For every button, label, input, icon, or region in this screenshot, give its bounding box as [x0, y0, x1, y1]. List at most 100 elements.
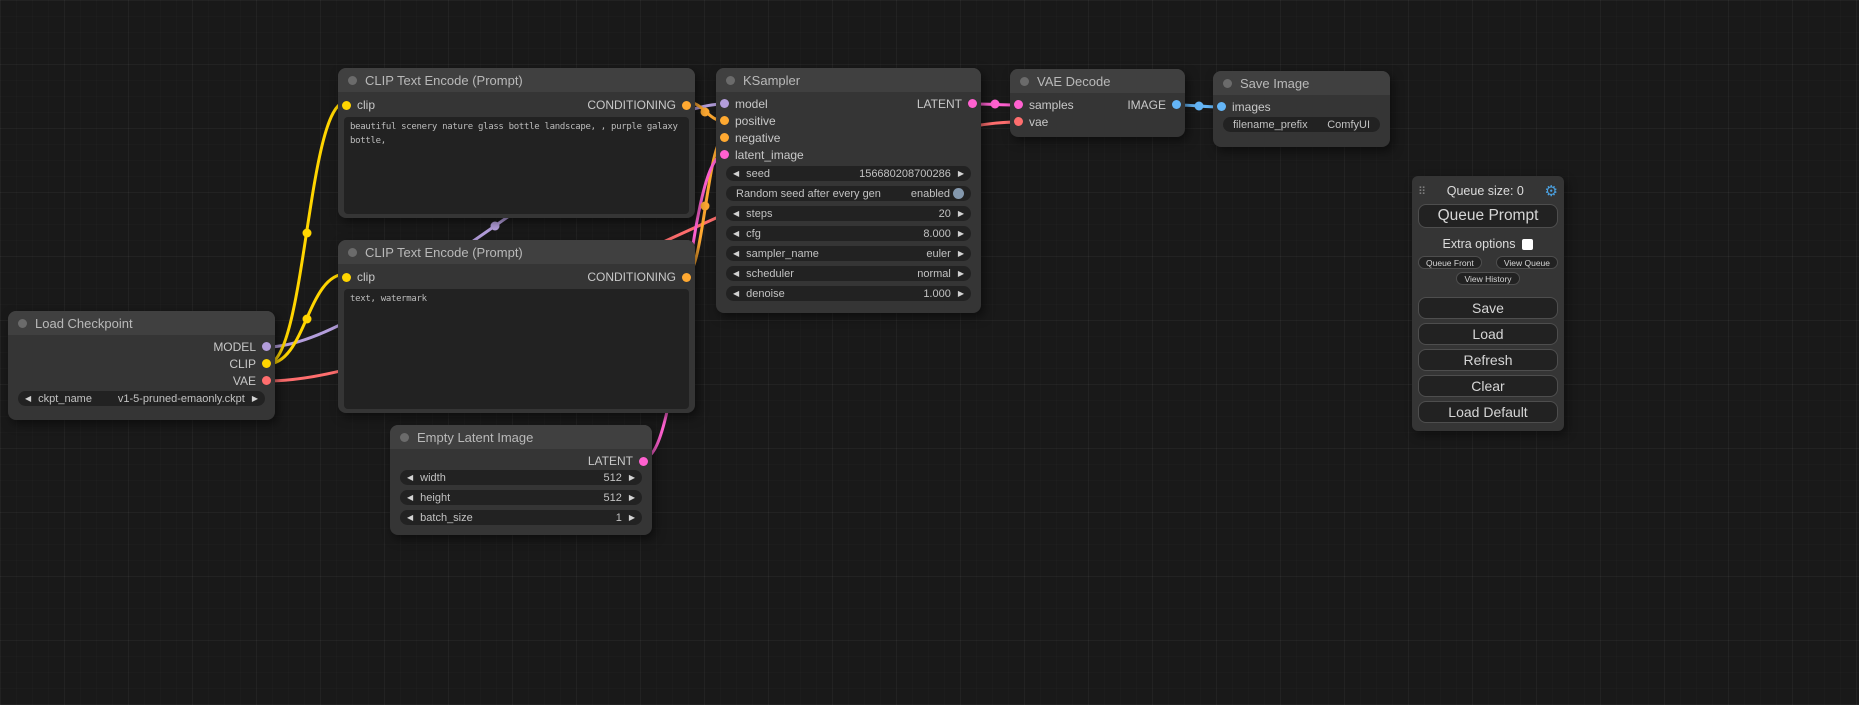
output-label: IMAGE — [1127, 98, 1166, 112]
increment-arrow-icon[interactable]: ▶ — [252, 395, 258, 403]
increment-arrow-icon[interactable]: ▶ — [958, 290, 964, 298]
cfg-widget[interactable]: ◀ cfg 8.000 ▶ — [726, 226, 971, 241]
steps-widget[interactable]: ◀ steps 20 ▶ — [726, 206, 971, 221]
increment-arrow-icon[interactable]: ▶ — [958, 250, 964, 258]
toggle-knob[interactable] — [953, 188, 964, 199]
batch-size-widget[interactable]: ◀ batch_size 1 ▶ — [400, 510, 642, 525]
increment-arrow-icon[interactable]: ▶ — [958, 230, 964, 238]
load-button[interactable]: Load — [1418, 323, 1558, 345]
increment-arrow-icon[interactable]: ▶ — [629, 494, 635, 502]
collapse-dot[interactable] — [726, 76, 735, 85]
view-history-button[interactable]: View History — [1456, 272, 1519, 285]
node-clip-text-encode-negative[interactable]: CLIP Text Encode (Prompt) clip CONDITION… — [338, 240, 695, 413]
node-title-bar[interactable]: CLIP Text Encode (Prompt) — [338, 240, 695, 264]
view-queue-button[interactable]: View Queue — [1496, 256, 1558, 269]
latent-output-port[interactable] — [968, 99, 977, 108]
decrement-arrow-icon[interactable]: ◀ — [407, 514, 413, 522]
clear-button[interactable]: Clear — [1418, 375, 1558, 397]
image-output-port[interactable] — [1172, 100, 1181, 109]
clip-output-port[interactable] — [262, 359, 271, 368]
collapse-dot[interactable] — [400, 433, 409, 442]
link-midpoint-dot — [303, 229, 312, 238]
node-title-bar[interactable]: CLIP Text Encode (Prompt) — [338, 68, 695, 92]
widget-label: sampler_name — [746, 248, 926, 260]
decrement-arrow-icon[interactable]: ◀ — [733, 250, 739, 258]
seed-widget[interactable]: ◀ seed 156680208700286 ▶ — [726, 166, 971, 181]
node-clip-text-encode-positive[interactable]: CLIP Text Encode (Prompt) clip CONDITION… — [338, 68, 695, 218]
conditioning-output-port[interactable] — [682, 101, 691, 110]
node-title-bar[interactable]: VAE Decode — [1010, 69, 1185, 93]
widget-value: euler — [926, 248, 950, 260]
input-label: latent_image — [735, 148, 804, 162]
vae-output-port[interactable] — [262, 376, 271, 385]
node-title: Empty Latent Image — [417, 430, 533, 445]
node-title-bar[interactable]: Save Image — [1213, 71, 1390, 95]
increment-arrow-icon[interactable]: ▶ — [629, 514, 635, 522]
decrement-arrow-icon[interactable]: ◀ — [733, 210, 739, 218]
widget-label: Random seed after every gen — [736, 188, 911, 200]
decrement-arrow-icon[interactable]: ◀ — [733, 270, 739, 278]
queue-prompt-button[interactable]: Queue Prompt — [1418, 204, 1558, 228]
clip-input-port[interactable] — [342, 101, 351, 110]
queue-size-label: Queue size: 0 — [1426, 184, 1544, 198]
collapse-dot[interactable] — [1020, 77, 1029, 86]
prompt-text-field[interactable]: text, watermark — [344, 289, 689, 409]
node-title: CLIP Text Encode (Prompt) — [365, 245, 523, 260]
images-input-port[interactable] — [1217, 102, 1226, 111]
widget-label: ckpt_name — [38, 393, 118, 405]
node-title-bar[interactable]: Empty Latent Image — [390, 425, 652, 449]
increment-arrow-icon[interactable]: ▶ — [958, 270, 964, 278]
refresh-button[interactable]: Refresh — [1418, 349, 1558, 371]
node-ksampler[interactable]: KSampler model LATENT positive negative … — [716, 68, 981, 313]
decrement-arrow-icon[interactable]: ◀ — [733, 290, 739, 298]
node-vae-decode[interactable]: VAE Decode samples IMAGE vae — [1010, 69, 1185, 137]
node-title-bar[interactable]: KSampler — [716, 68, 981, 92]
comfy-menu-panel[interactable]: ⠿ Queue size: 0 ⚙ Queue Prompt Extra opt… — [1412, 176, 1564, 431]
collapse-dot[interactable] — [18, 319, 27, 328]
denoise-widget[interactable]: ◀ denoise 1.000 ▶ — [726, 286, 971, 301]
collapse-dot[interactable] — [348, 248, 357, 257]
model-output-port[interactable] — [262, 342, 271, 351]
decrement-arrow-icon[interactable]: ◀ — [733, 170, 739, 178]
width-widget[interactable]: ◀ width 512 ▶ — [400, 470, 642, 485]
input-label: model — [735, 97, 768, 111]
decrement-arrow-icon[interactable]: ◀ — [25, 395, 31, 403]
positive-input-port[interactable] — [720, 116, 729, 125]
collapse-dot[interactable] — [348, 76, 357, 85]
comfyui-canvas[interactable]: { "colors": { "model": "#B39DDB", "clip"… — [0, 0, 1859, 705]
increment-arrow-icon[interactable]: ▶ — [958, 210, 964, 218]
conditioning-output-port[interactable] — [682, 273, 691, 282]
queue-front-button[interactable]: Queue Front — [1418, 256, 1482, 269]
random-seed-toggle[interactable]: Random seed after every gen enabled — [726, 186, 971, 201]
latent-output-port[interactable] — [639, 457, 648, 466]
settings-gear-icon[interactable]: ⚙ — [1545, 184, 1558, 199]
height-widget[interactable]: ◀ height 512 ▶ — [400, 490, 642, 505]
clip-input-port[interactable] — [342, 273, 351, 282]
samples-input-port[interactable] — [1014, 100, 1023, 109]
widget-value: normal — [917, 268, 951, 280]
negative-input-port[interactable] — [720, 133, 729, 142]
ckpt-name-widget[interactable]: ◀ ckpt_name v1-5-pruned-emaonly.ckpt ▶ — [18, 391, 265, 406]
node-title-bar[interactable]: Load Checkpoint — [8, 311, 275, 335]
increment-arrow-icon[interactable]: ▶ — [958, 170, 964, 178]
decrement-arrow-icon[interactable]: ◀ — [407, 494, 413, 502]
sampler-name-widget[interactable]: ◀ sampler_name euler ▶ — [726, 246, 971, 261]
node-load-checkpoint[interactable]: Load Checkpoint MODEL CLIP VAE ◀ ckpt_na… — [8, 311, 275, 420]
save-button[interactable]: Save — [1418, 297, 1558, 319]
filename-prefix-widget[interactable]: filename_prefix ComfyUI — [1223, 117, 1380, 132]
latent-image-input-port[interactable] — [720, 150, 729, 159]
scheduler-widget[interactable]: ◀ scheduler normal ▶ — [726, 266, 971, 281]
decrement-arrow-icon[interactable]: ◀ — [407, 474, 413, 482]
decrement-arrow-icon[interactable]: ◀ — [733, 230, 739, 238]
link-midpoint-dot — [991, 100, 1000, 109]
node-save-image[interactable]: Save Image images filename_prefix ComfyU… — [1213, 71, 1390, 147]
extra-options-checkbox[interactable] — [1522, 239, 1533, 250]
prompt-text-field[interactable]: beautiful scenery nature glass bottle la… — [344, 117, 689, 214]
drag-handle-icon[interactable]: ⠿ — [1418, 185, 1426, 198]
load-default-button[interactable]: Load Default — [1418, 401, 1558, 423]
vae-input-port[interactable] — [1014, 117, 1023, 126]
increment-arrow-icon[interactable]: ▶ — [629, 474, 635, 482]
model-input-port[interactable] — [720, 99, 729, 108]
node-empty-latent-image[interactable]: Empty Latent Image LATENT ◀ width 512 ▶ … — [390, 425, 652, 535]
collapse-dot[interactable] — [1223, 79, 1232, 88]
